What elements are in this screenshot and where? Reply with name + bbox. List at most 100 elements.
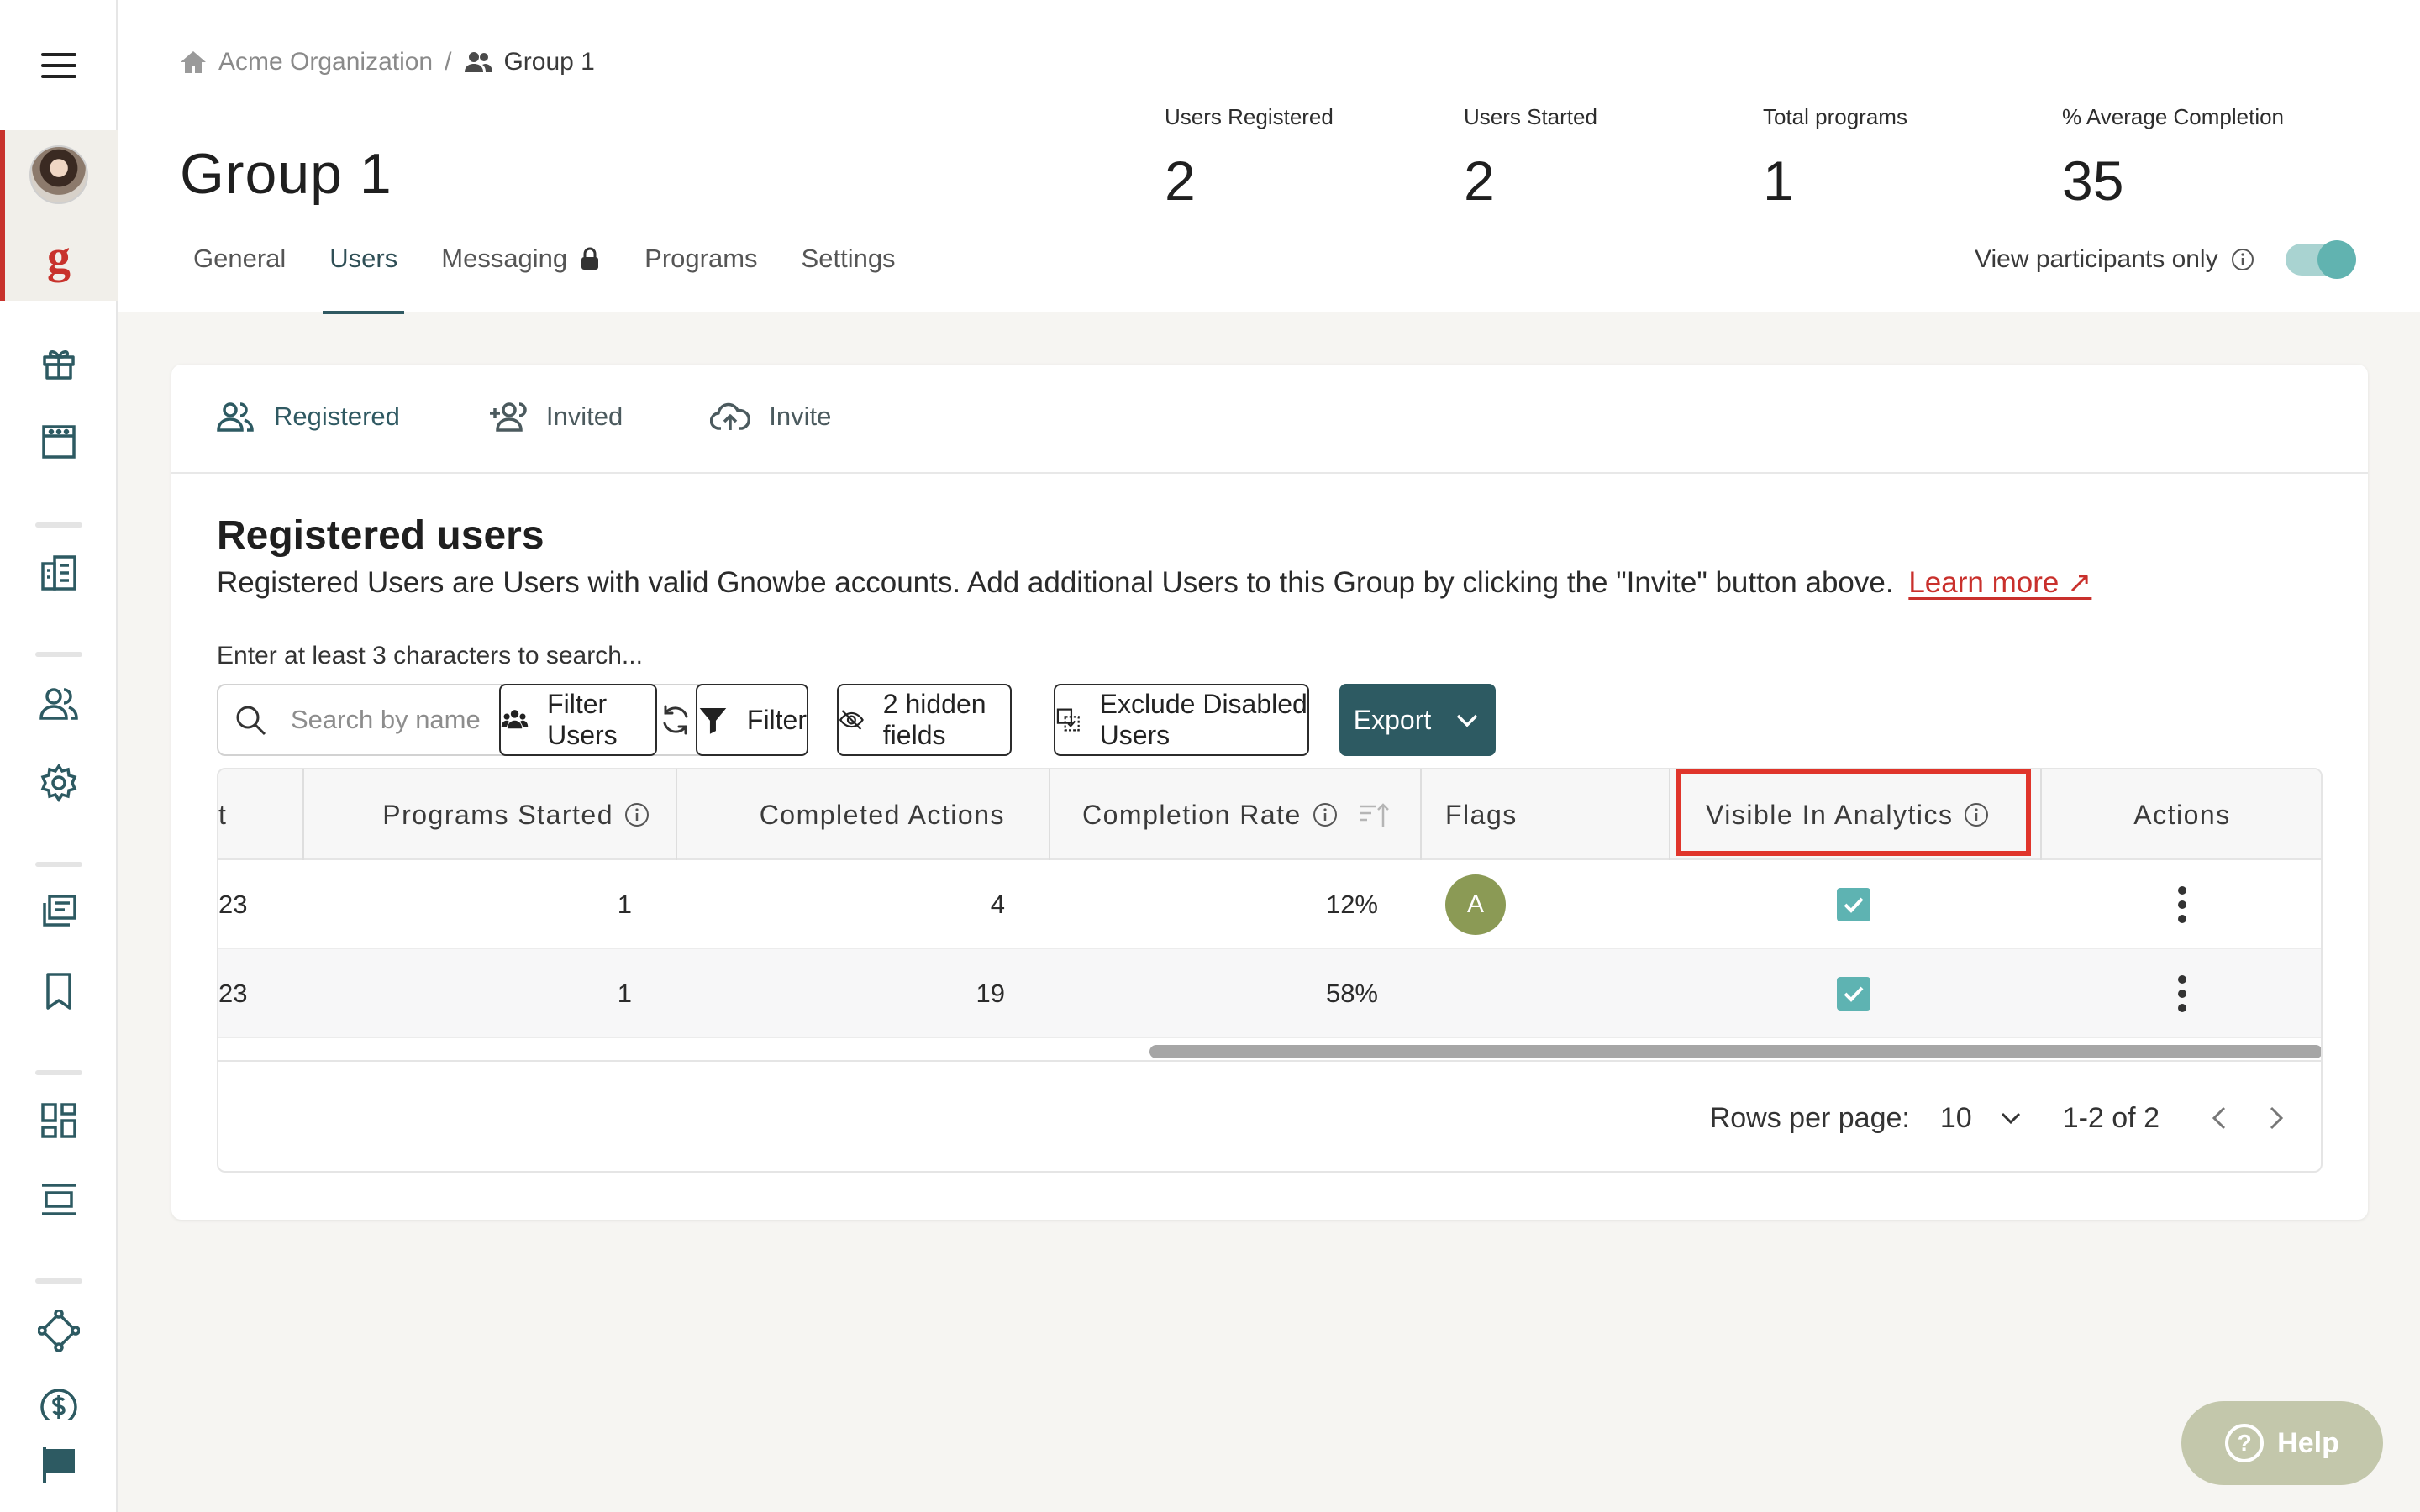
table-row[interactable]: 23 1 19 58% <box>218 949 2321 1038</box>
column-divider <box>1420 769 1422 860</box>
tab-general[interactable]: General <box>187 244 292 314</box>
subtab-registered[interactable]: Registered <box>215 396 400 437</box>
search-hint: Enter at least 3 characters to search... <box>217 642 643 669</box>
dollar-icon[interactable] <box>0 1386 118 1420</box>
building-icon[interactable] <box>0 549 118 596</box>
column-header-flags[interactable]: Flags <box>1445 769 1664 860</box>
help-button[interactable]: ? Help <box>2181 1401 2383 1485</box>
filter-button[interactable]: Filter <box>696 684 808 756</box>
visible-checkbox[interactable] <box>1837 977 1870 1011</box>
chevron-down-icon <box>1456 714 1478 727</box>
group-icon <box>465 52 493 72</box>
button-label: 2 hidden fields <box>882 689 986 750</box>
check-icon <box>1844 986 1864 1002</box>
stat-value: 35 <box>2062 150 2124 212</box>
info-icon[interactable] <box>2230 247 2255 272</box>
user-plus-icon <box>489 402 527 432</box>
chevron-right-icon[interactable] <box>2260 1103 2291 1133</box>
calendar-icon[interactable] <box>0 418 118 465</box>
eye-off-icon <box>839 710 864 730</box>
hidden-fields-button[interactable]: 2 hidden fields <box>837 684 1012 756</box>
scrollbar-thumb[interactable] <box>1150 1045 2321 1058</box>
chevron-left-icon[interactable] <box>2205 1103 2235 1133</box>
column-label: Actions <box>2133 799 2231 830</box>
learn-more-link[interactable]: Learn more ↗ <box>1908 566 2091 599</box>
tab-label: General <box>193 244 287 273</box>
check-icon <box>1844 897 1864 913</box>
visible-checkbox[interactable] <box>1837 888 1870 921</box>
filter-users-button[interactable]: Filter Users <box>499 684 657 756</box>
stat-users-started: Users Started 2 <box>1464 104 1597 213</box>
cell-flags <box>1445 949 1664 1038</box>
library-icon[interactable] <box>0 889 118 936</box>
column-header-actions[interactable]: Actions <box>2040 769 2321 860</box>
avatar[interactable] <box>0 143 118 207</box>
tab-label: Programs <box>644 244 758 273</box>
tab-programs[interactable]: Programs <box>638 244 764 314</box>
users-icon <box>501 710 529 729</box>
rows-per-page-label: Rows per page: <box>1709 1101 1910 1134</box>
export-button[interactable]: Export <box>1339 684 1496 756</box>
column-header-completed-actions[interactable]: Completed Actions <box>676 769 1027 860</box>
users-card: Registered Invited Invite Registered use… <box>171 365 2368 1220</box>
breadcrumb-current: Group 1 <box>503 48 595 76</box>
column-label: Flags <box>1445 799 1518 830</box>
cell-completion-rate: 12% <box>1325 890 1378 919</box>
gift-icon[interactable] <box>0 339 118 386</box>
subtab-invited[interactable]: Invited <box>487 396 623 437</box>
stat-users-registered: Users Registered 2 <box>1165 104 1334 213</box>
tab-users[interactable]: Users <box>323 244 405 314</box>
gear-icon[interactable] <box>0 759 118 806</box>
dashboard-icon[interactable] <box>0 1097 118 1144</box>
table-row[interactable]: 23 1 4 12% A <box>218 860 2321 949</box>
subtab-label: Registered <box>274 402 400 431</box>
cell-actions <box>2040 860 2321 949</box>
cell-completed-actions: 19 <box>976 979 1005 1008</box>
stat-label: Users Started <box>1464 104 1597 129</box>
cell-completed-actions: 4 <box>990 890 1005 919</box>
tab-settings[interactable]: Settings <box>795 244 902 314</box>
view-participants-only: View participants only <box>1975 240 2356 279</box>
column-divider <box>1049 769 1050 860</box>
flag-icon[interactable] <box>0 1441 118 1488</box>
refresh-icon[interactable] <box>659 703 692 737</box>
column-header-programs-started[interactable]: Programs Started <box>302 769 659 860</box>
gnowbe-logo-icon[interactable]: g <box>0 231 118 283</box>
view-participants-toggle[interactable] <box>2285 240 2356 279</box>
cell-actions <box>2040 949 2321 1038</box>
sort-icon[interactable] <box>1357 798 1391 832</box>
stat-label: Total programs <box>1763 104 1907 129</box>
subtab-label: Invite <box>769 402 832 431</box>
exclude-disabled-users-button[interactable]: Exclude Disabled Users <box>1054 684 1309 756</box>
column-header-truncated[interactable]: t <box>218 769 235 860</box>
rows-per-page-select[interactable]: 10 <box>1940 1102 1972 1135</box>
breadcrumb-root[interactable]: Acme Organization <box>218 48 433 76</box>
chevron-down-icon[interactable] <box>1996 1103 2026 1133</box>
more-actions-icon[interactable] <box>2177 975 2187 1012</box>
layout-icon[interactable] <box>0 1176 118 1223</box>
bookmark-icon[interactable] <box>0 968 118 1015</box>
stat-average-completion: % Average Completion 35 <box>2062 104 2284 213</box>
network-icon[interactable] <box>0 1307 118 1354</box>
sidebar-separator <box>35 1070 82 1075</box>
stat-value: 2 <box>1165 150 1196 212</box>
section-description: Registered Users are Users with valid Gn… <box>217 566 2091 600</box>
column-divider <box>1669 769 1670 860</box>
exclude-icon <box>1056 708 1080 732</box>
column-header-completion-rate[interactable]: Completion Rate <box>1082 769 1418 860</box>
users-icon <box>217 402 254 432</box>
subtab-label: Invited <box>545 402 623 431</box>
info-icon[interactable] <box>623 801 650 828</box>
info-icon[interactable] <box>1312 801 1339 828</box>
home-icon[interactable] <box>178 47 208 77</box>
users-icon[interactable] <box>0 680 118 727</box>
more-actions-icon[interactable] <box>2177 886 2187 923</box>
subtab-invite[interactable]: Invite <box>710 396 831 437</box>
menu-icon[interactable] <box>0 42 118 89</box>
tab-messaging[interactable]: Messaging <box>434 244 608 314</box>
button-label: Exclude Disabled Users <box>1099 689 1307 750</box>
horizontal-scrollbar[interactable] <box>218 1038 2321 1062</box>
page-tabs: General Users Messaging Programs Setting… <box>187 244 933 314</box>
flag-badge[interactable]: A <box>1445 874 1506 935</box>
sidebar-separator <box>35 522 82 528</box>
